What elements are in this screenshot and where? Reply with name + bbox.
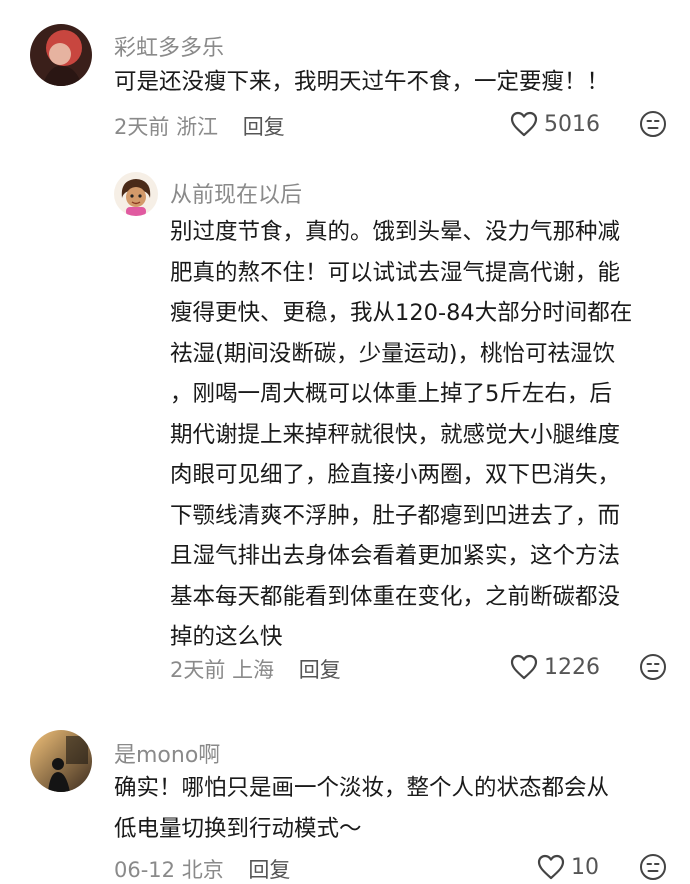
comment-text-line: 基本每天都能看到体重在变化，之前断碳都没 bbox=[170, 583, 621, 610]
comment-meta: 2天前 浙江 回复 bbox=[114, 111, 285, 141]
dislike-button[interactable] bbox=[639, 110, 667, 138]
comment-text-line: 肉眼可见细了，脸直接小两圈，双下巴消失， bbox=[170, 462, 621, 488]
username[interactable]: 彩虹多多乐 bbox=[114, 30, 224, 62]
comment-text: 别过度节食，真的。饿到头晕、没力气那种减 肥真的熬不住！可以试试去湿气提高代谢，… bbox=[170, 212, 632, 658]
dislike-button[interactable] bbox=[639, 853, 667, 881]
dislike-button[interactable] bbox=[639, 653, 667, 681]
reply-button[interactable]: 回复 bbox=[299, 658, 341, 682]
like-count: 1226 bbox=[544, 654, 600, 680]
unhappy-face-icon bbox=[640, 854, 666, 880]
comment-item: 彩虹多多乐 可是还没瘦下来，我明天过午不食，一定要瘦！！ 2天前 浙江 回复 5… bbox=[0, 0, 690, 150]
avatar[interactable] bbox=[114, 172, 158, 216]
comment-item: 是mono啊 确实！哪怕只是画一个淡妆，整个人的状态都会从 低电量切换到行动模式… bbox=[0, 720, 690, 884]
comment-text-line: 低电量切换到行动模式～ bbox=[114, 815, 362, 842]
reply-button[interactable]: 回复 bbox=[248, 858, 290, 882]
like-button[interactable]: 1226 bbox=[510, 651, 600, 683]
comment-text: 可是还没瘦下来，我明天过午不食，一定要瘦！！ bbox=[114, 62, 609, 103]
comment-location: 上海 bbox=[232, 658, 275, 682]
unhappy-face-icon bbox=[640, 654, 666, 680]
avatar[interactable] bbox=[30, 730, 92, 792]
username[interactable]: 从前现在以后 bbox=[170, 177, 302, 209]
comment-text-line: 确实！哪怕只是画一个淡妆，整个人的状态都会从 bbox=[114, 775, 610, 801]
comment-text-line: 下颚线清爽不浮肿，肚子都瘪到凹进去了，而 bbox=[170, 502, 621, 529]
unhappy-face-icon bbox=[640, 111, 666, 137]
comment-meta: 06-12 北京 回复 bbox=[114, 854, 290, 884]
like-count: 10 bbox=[571, 854, 599, 880]
comment-text-line: 祛湿(期间没断碳，少量运动)，桃怡可祛湿饮 bbox=[170, 340, 616, 367]
comment-text-line: ，刚喝一周大概可以体重上掉了5斤左右，后 bbox=[170, 381, 612, 407]
comment-time: 2天前 bbox=[170, 658, 226, 682]
like-count: 5016 bbox=[544, 111, 600, 137]
heart-outline-icon bbox=[510, 654, 538, 680]
comment-meta: 2天前 上海 回复 bbox=[170, 654, 341, 684]
comment-text-line: 且湿气排出去身体会看着更加紧实，这个方法 bbox=[170, 543, 621, 569]
heart-outline-icon bbox=[510, 111, 538, 137]
comment-location: 北京 bbox=[181, 858, 224, 882]
like-button[interactable]: 10 bbox=[537, 851, 599, 883]
avatar[interactable] bbox=[30, 24, 92, 86]
reply-button[interactable]: 回复 bbox=[243, 115, 285, 139]
username[interactable]: 是mono啊 bbox=[114, 737, 220, 769]
comment-location: 浙江 bbox=[176, 115, 219, 139]
comment-time: 2天前 bbox=[114, 115, 170, 139]
reply-comment-item: 从前现在以后 别过度节食，真的。饿到头晕、没力气那种减 肥真的熬不住！可以试试去… bbox=[0, 160, 690, 700]
comment-time: 06-12 bbox=[114, 858, 176, 882]
comment-text-line: 期代谢提上来掉秤就很快，就感觉大小腿维度 bbox=[170, 421, 621, 448]
heart-outline-icon bbox=[537, 854, 565, 880]
comment-text-line: 肥真的熬不住！可以试试去湿气提高代谢，能 bbox=[170, 259, 621, 286]
comment-text-line: 别过度节食，真的。饿到头晕、没力气那种减 bbox=[170, 219, 621, 245]
comment-text-line: 可是还没瘦下来，我明天过午不食，一定要瘦！！ bbox=[114, 69, 610, 95]
comment-text-line: 瘦得更快、更稳，我从120-84大部分时间都在 bbox=[170, 300, 633, 326]
comment-text: 确实！哪怕只是画一个淡妆，整个人的状态都会从 低电量切换到行动模式～ bbox=[114, 768, 609, 849]
like-button[interactable]: 5016 bbox=[510, 108, 600, 140]
